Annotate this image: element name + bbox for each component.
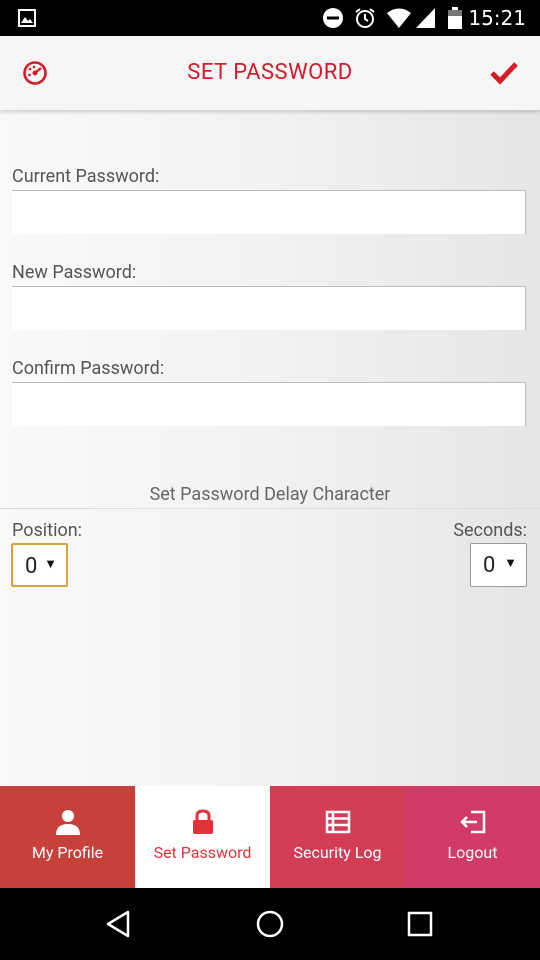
dropdown-arrow-icon: ▼	[504, 556, 517, 571]
system-nav-bar	[0, 888, 540, 960]
tab-label: Logout	[447, 843, 498, 862]
home-icon[interactable]	[254, 908, 286, 940]
tab-logout[interactable]: Logout	[405, 786, 540, 888]
seconds-select-value: 0	[483, 553, 496, 578]
do-not-disturb-icon	[323, 8, 343, 28]
current-password-label: Current Password:	[12, 166, 160, 187]
new-password-label: New Password:	[12, 262, 137, 283]
seconds-label: Seconds:	[453, 520, 527, 541]
position-select-value: 0	[25, 554, 38, 579]
lock-icon	[192, 809, 213, 834]
confirm-check-icon[interactable]	[490, 60, 518, 86]
page-title: SET PASSWORD	[187, 60, 353, 85]
status-bar: 15:21	[0, 0, 540, 36]
new-password-input[interactable]	[12, 286, 526, 330]
alarm-icon	[355, 8, 375, 28]
tab-set-password[interactable]: Set Password	[135, 786, 270, 888]
signal-icon	[416, 8, 435, 28]
back-icon[interactable]	[104, 908, 136, 940]
clock-time: 15:21	[468, 6, 526, 30]
app-header: SET PASSWORD	[0, 36, 540, 110]
logout-icon	[459, 810, 485, 834]
dropdown-arrow-icon: ▼	[44, 557, 57, 572]
current-password-input[interactable]	[12, 190, 526, 234]
divider	[0, 508, 540, 509]
tab-security-log[interactable]: Security Log	[270, 786, 405, 888]
tab-my-profile[interactable]: My Profile	[0, 786, 135, 888]
recents-icon[interactable]	[404, 908, 436, 940]
confirm-password-label: Confirm Password:	[12, 358, 165, 379]
wifi-icon	[387, 8, 411, 28]
password-form: Current Password: New Password: Confirm …	[0, 110, 540, 786]
position-select[interactable]: 0 ▼	[11, 543, 68, 587]
seconds-select[interactable]: 0 ▼	[470, 543, 527, 587]
bottom-tab-bar: My Profile Set Password Security Log Log…	[0, 786, 540, 888]
delay-section-title: Set Password Delay Character	[149, 484, 391, 505]
tab-label: My Profile	[31, 843, 104, 862]
image-notification-icon	[18, 9, 36, 27]
list-icon	[325, 810, 350, 834]
confirm-password-input[interactable]	[12, 382, 526, 426]
tab-label: Set Password	[153, 843, 252, 862]
user-icon	[55, 810, 80, 835]
position-label: Position:	[12, 520, 83, 541]
tab-label: Security Log	[293, 843, 382, 862]
battery-icon	[448, 7, 462, 29]
